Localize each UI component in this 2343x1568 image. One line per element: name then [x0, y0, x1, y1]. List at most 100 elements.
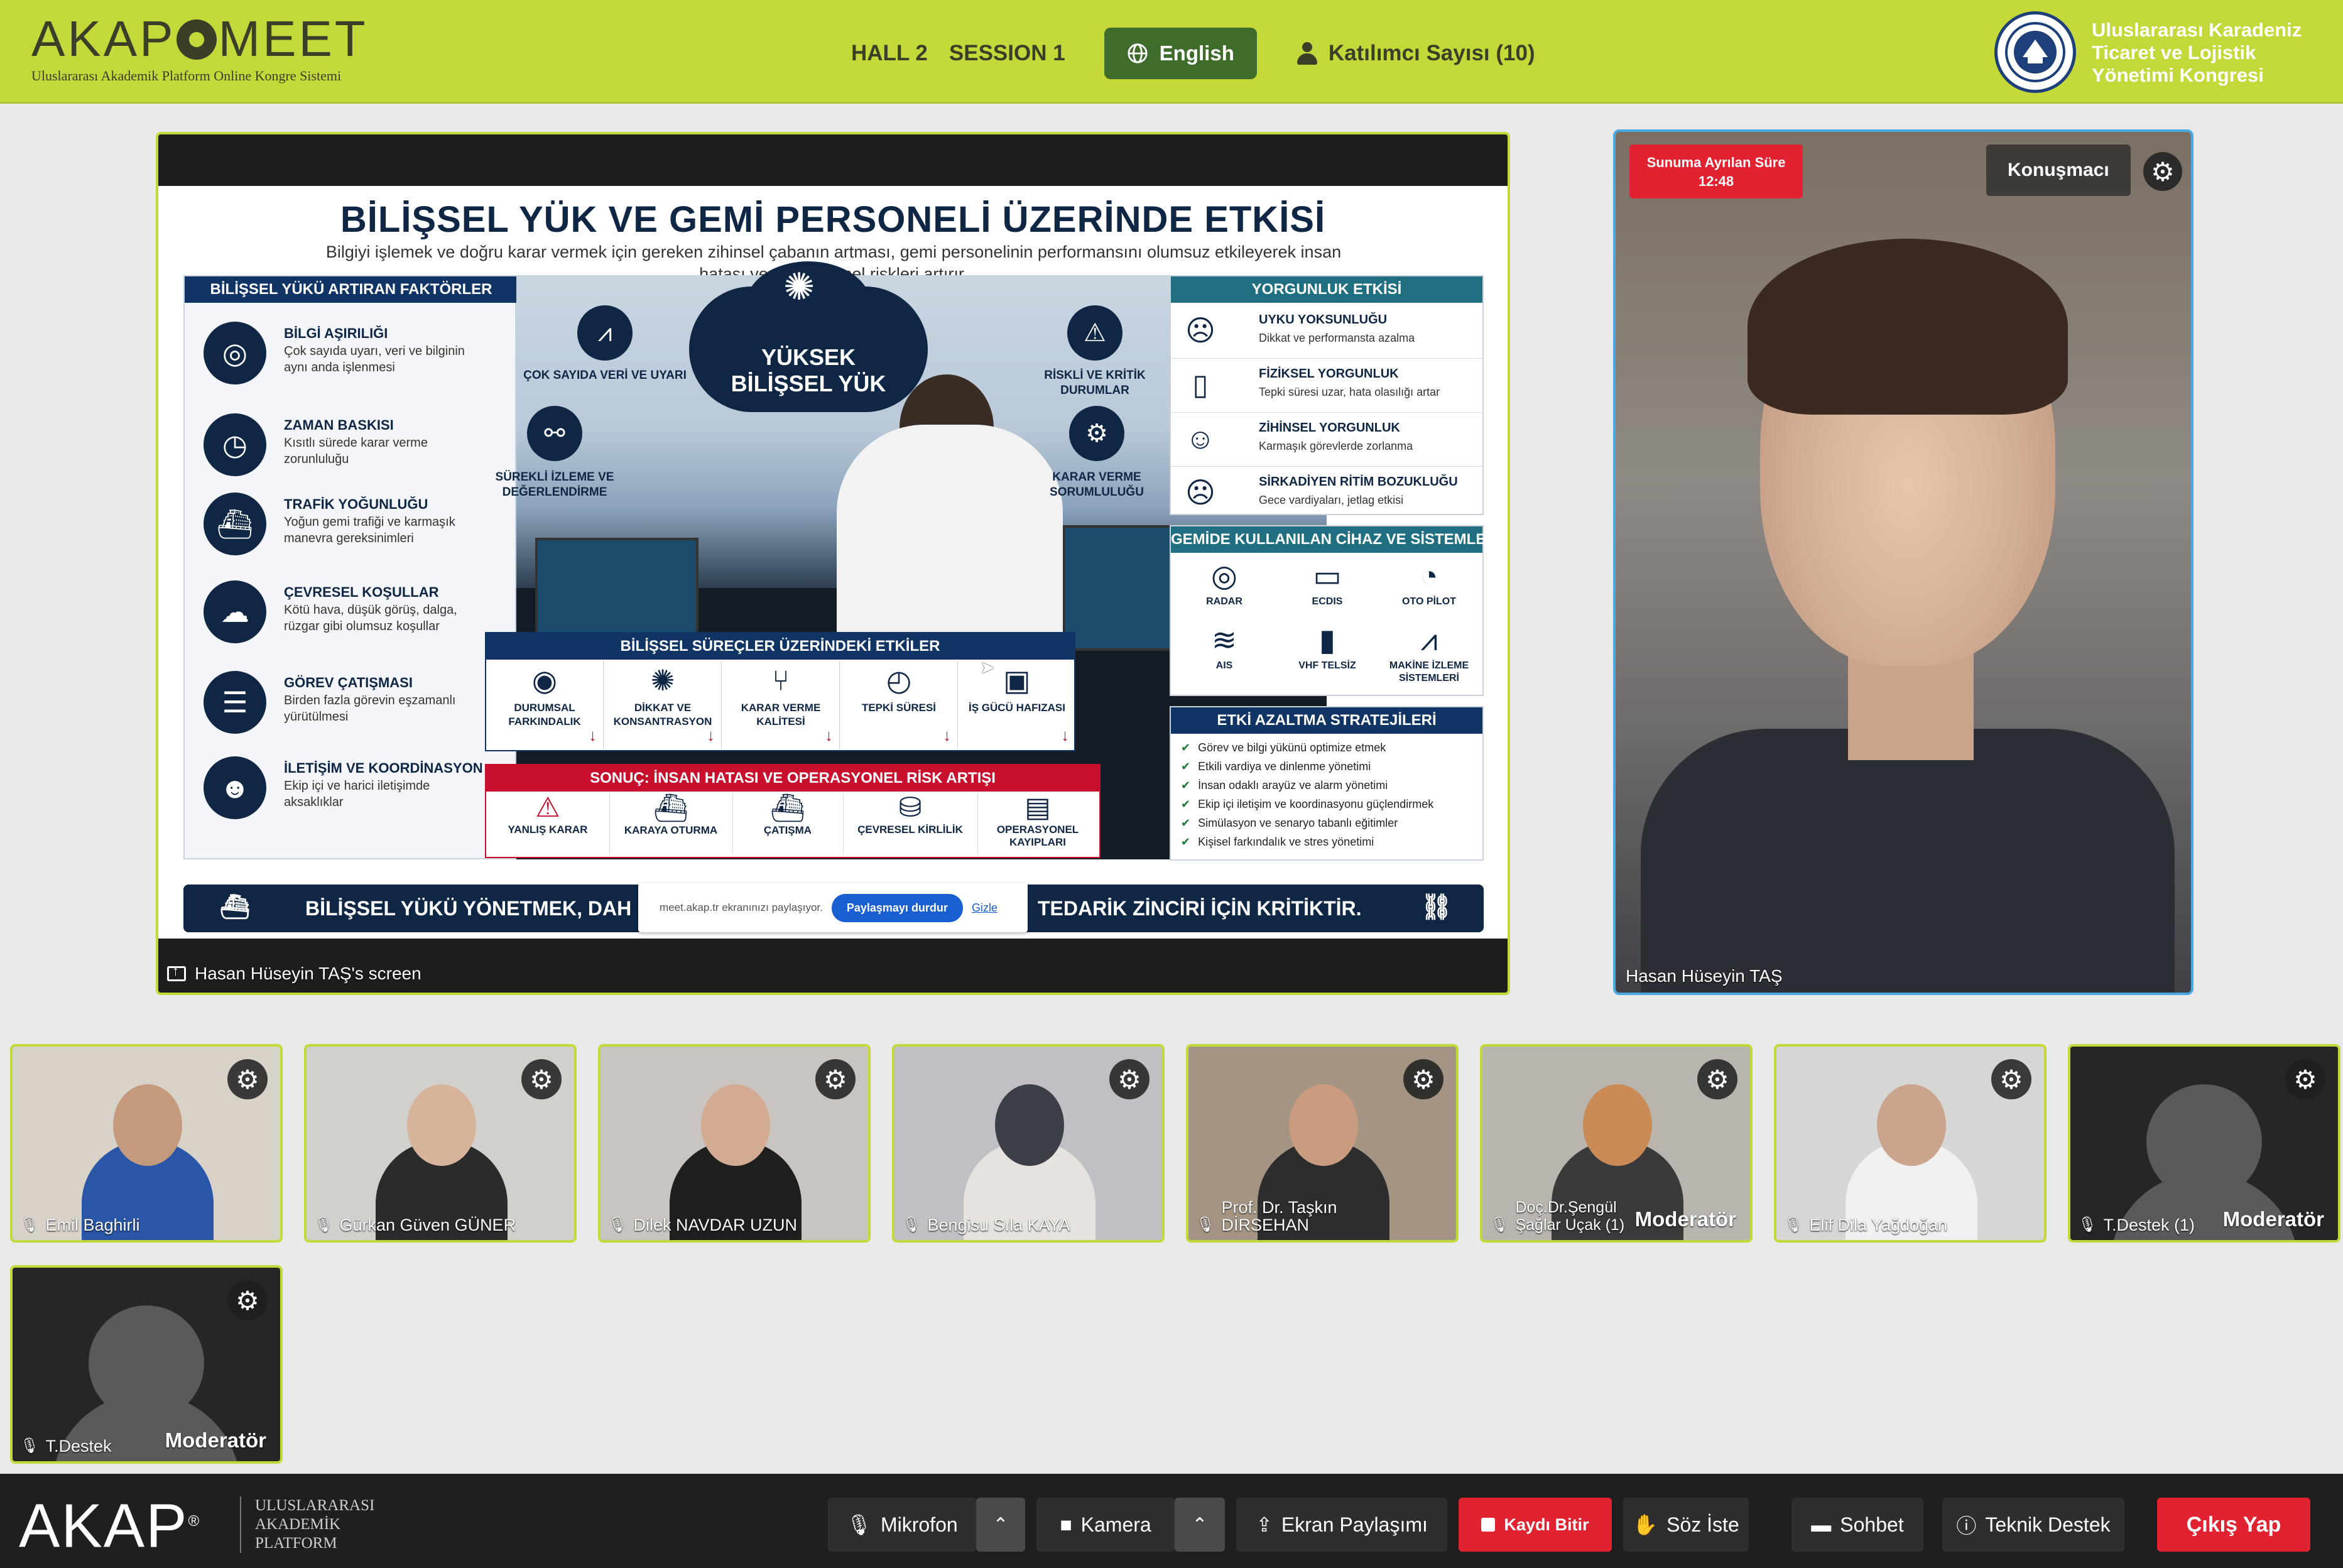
mic-off-icon: 🎙	[1196, 1216, 1215, 1233]
language-button[interactable]: English	[1104, 28, 1257, 79]
gear-icon[interactable]: ⚙	[1403, 1059, 1443, 1099]
factors-header: BİLİŞSEL YÜKÜ ARTIRAN FAKTÖRLER	[185, 276, 518, 303]
seal-graphic-icon	[2005, 22, 2065, 82]
fatigue-header: YORGUNLUK ETKİSİ	[1171, 276, 1482, 303]
brand-logo-dot-icon	[177, 19, 217, 60]
screen-share-notice: meet.akap.tr ekranınızı paylaşıyor. Payl…	[638, 883, 1028, 932]
wifi-signal-icon: ≋	[1211, 624, 1237, 657]
sleepy-face-icon: ☹	[1185, 314, 1215, 347]
center-label: SÜREKLİ İZLEME VE DEĞERLENDİRME	[495, 471, 614, 499]
screen-share-owner: Hasan Hüseyin TAŞ's screen	[195, 964, 421, 983]
akap-subtitle-line: AKADEMİK	[255, 1516, 341, 1533]
participant-tile[interactable]: ⚙ 🎙 Bengisu Sıla KAYA	[892, 1044, 1165, 1243]
fatigue-title: ZİHİNSEL YORGUNLUK	[1259, 421, 1400, 435]
technical-support-button[interactable]: ⓘ Teknik Destek	[1942, 1498, 2124, 1552]
factor-desc: Yoğun gemi trafiği ve karmaşık manevra g…	[284, 515, 455, 545]
cloud-line: YÜKSEK	[761, 344, 856, 370]
device-item: ▭ ECDIS	[1280, 558, 1374, 608]
stopwatch-icon: ◴	[886, 664, 912, 697]
chat-button[interactable]: ▬ Sohbet	[1791, 1498, 1923, 1552]
speaker-shirt	[1641, 729, 2175, 993]
factor-desc: Kötü hava, düşük görüş, dalga, rüzgar gi…	[284, 603, 457, 633]
chevron-up-icon: ⌃	[992, 1514, 1009, 1535]
participant-face	[1583, 1084, 1652, 1166]
gear-icon[interactable]: ⚙	[2285, 1059, 2325, 1099]
stop-sharing-button[interactable]: Paylaşmayı durdur	[831, 893, 963, 922]
factor-item: ☰ GÖREV ÇATIŞMASI Birden fazla görevin e…	[204, 671, 511, 753]
participant-tile[interactable]: ⚙ 🎙 Gürkan Güven GÜNER	[304, 1044, 577, 1243]
mouse-cursor-icon: ➤	[980, 658, 995, 677]
down-arrow-icon: ↓	[589, 726, 597, 744]
fatigue-desc: Karmaşık görevlerde zorlanma	[1259, 440, 1413, 452]
participant-tile[interactable]: ⚙ 🎙 Prof. Dr. Taşkın DİRSEHAN	[1186, 1044, 1459, 1243]
strategy-item: ✔ Ekip içi iletişim ve koordinasyonu güçl…	[1181, 798, 1433, 811]
factors-panel: BİLİŞSEL YÜKÜ ARTIRAN FAKTÖRLER ◎ BİLGİ …	[183, 275, 518, 859]
check-icon: ✔	[1181, 760, 1191, 773]
participant-face	[407, 1084, 476, 1166]
factor-item: ☁ ÇEVRESEL KOŞULLAR Kötü hava, düşük gör…	[204, 580, 511, 662]
exit-button[interactable]: Çıkış Yap	[2157, 1498, 2310, 1552]
participant-tile[interactable]: ⚙ 🎙 T.Destek Moderatör	[10, 1265, 283, 1464]
factor-desc: Ekip içi ve harici iletişimde aksaklıkla…	[284, 779, 430, 809]
participant-tile[interactable]: ⚙ 🎙 Elif Dila Yağdoğan	[1774, 1044, 2047, 1243]
hand-icon: ✋	[1633, 1513, 1658, 1536]
down-arrow-icon: ↓	[825, 726, 833, 744]
participant-name: 🎙 Emil Baghirli	[20, 1216, 140, 1234]
process-item: ◉ DURUMSAL FARKINDALIK ↓	[486, 661, 604, 749]
strategy-item: ✔ Etkili vardiya ve dinlenme yönetimi	[1181, 760, 1371, 773]
gear-icon[interactable]: ⚙	[227, 1280, 268, 1320]
participant-face	[995, 1084, 1064, 1166]
gear-icon[interactable]: ⚙	[2143, 152, 2182, 191]
raise-hand-label: Söz İste	[1666, 1513, 1739, 1536]
raise-hand-button[interactable]: ✋ Söz İste	[1623, 1498, 1749, 1552]
device-label: MAKİNE İZLEME SİSTEMLERİ	[1389, 660, 1469, 683]
gear-icon[interactable]: ⚙	[1697, 1059, 1737, 1099]
strategy-text: Ekip içi iletişim ve koordinasyonu güçle…	[1198, 798, 1434, 810]
gear-icon[interactable]: ⚙	[1991, 1059, 2031, 1099]
brand-logo-left: AKAP	[31, 11, 176, 67]
participant-count[interactable]: Katılımcı Sayısı (10)	[1296, 41, 1535, 66]
devices-header: GEMİDE KULLANILAN CİHAZ VE SİSTEMLER	[1171, 526, 1497, 553]
center-label: KARAR VERME SORUMLULUĞU	[1050, 471, 1144, 499]
gear-icon[interactable]: ⚙	[815, 1059, 856, 1099]
mic-off-icon: 🎙	[1490, 1216, 1509, 1233]
hide-notice-link[interactable]: Gizle	[972, 901, 998, 915]
fatigue-title: FİZİKSEL YORGUNLUK	[1259, 367, 1399, 381]
gear-icon[interactable]: ⚙	[1109, 1059, 1150, 1099]
participant-name-text: Emil Baghirli	[45, 1216, 140, 1234]
participant-tile[interactable]: ⚙ 🎙 Doç.Dr.Şengül Şağlar Uçak (1) Moderat…	[1480, 1044, 1753, 1243]
participant-tile[interactable]: ⚙ 🎙 T.Destek (1) Moderatör	[2068, 1044, 2340, 1243]
gear-icon[interactable]: ⚙	[227, 1059, 268, 1099]
screen-share-tile[interactable]: BİLİŞSEL YÜK VE GEMİ PERSONELİ ÜZERİNDE …	[156, 132, 1510, 995]
participant-name: 🎙 T.Destek (1)	[2078, 1216, 2195, 1234]
participant-tile[interactable]: ⚙ 🎙 Emil Baghirli	[10, 1044, 283, 1243]
collision-icon: ⛴	[770, 793, 805, 824]
screen-share-button[interactable]: ⇪ Ekran Paylaşımı	[1236, 1498, 1447, 1552]
speaker-role-badge: Konuşmacı	[1986, 144, 2131, 196]
stop-recording-button[interactable]: Kaydı Bitir	[1459, 1498, 1612, 1552]
participant-tile[interactable]: ⚙ 🎙 Dilek NAVDAR UZUN	[598, 1044, 871, 1243]
camera-button[interactable]: ■ Kamera	[1036, 1498, 1175, 1552]
warning-icon: ⚠	[1067, 305, 1123, 361]
hall-label: HALL 2	[851, 41, 928, 65]
language-label: English	[1159, 41, 1234, 65]
strategy-item: ✔ Görev ve bilgi yükünü optimize etmek	[1181, 741, 1386, 754]
microphone-options-button[interactable]: ⌃	[976, 1498, 1025, 1552]
gear-icon[interactable]: ⚙	[521, 1059, 562, 1099]
ship-icon: ⛴	[653, 793, 688, 824]
microphone-button[interactable]: 🎙 Mikrofon	[828, 1498, 976, 1552]
monitor-chart-icon: ⩘	[1420, 624, 1438, 657]
help-icon: ⓘ	[1956, 1515, 1977, 1537]
center-label: ÇOK SAYIDA VERİ VE UYARI	[523, 369, 687, 382]
support-label: Teknik Destek	[1985, 1513, 2111, 1536]
fatigue-item: ☹ SİRKADİYEN RİTİM BOZUKLUĞU Gece vardiyal…	[1171, 466, 1482, 520]
mic-off-icon: 🎙	[608, 1216, 628, 1233]
factor-desc: Çok sayıda uyarı, veri ve bilginin aynı …	[284, 344, 465, 374]
check-icon: ✔	[1181, 741, 1191, 754]
process-item: ◴ TEPKİ SÜRESİ ↓	[840, 661, 958, 749]
branch-icon: ⑂	[772, 664, 790, 697]
speaker-video-tile[interactable]: Sunuma Ayrılan Süre 12:48 Konuşmacı ⚙ Ha…	[1613, 129, 2194, 995]
camera-options-button[interactable]: ⌃	[1175, 1498, 1225, 1552]
participant-face	[701, 1084, 770, 1166]
battery-icon: ▯	[1192, 368, 1209, 401]
